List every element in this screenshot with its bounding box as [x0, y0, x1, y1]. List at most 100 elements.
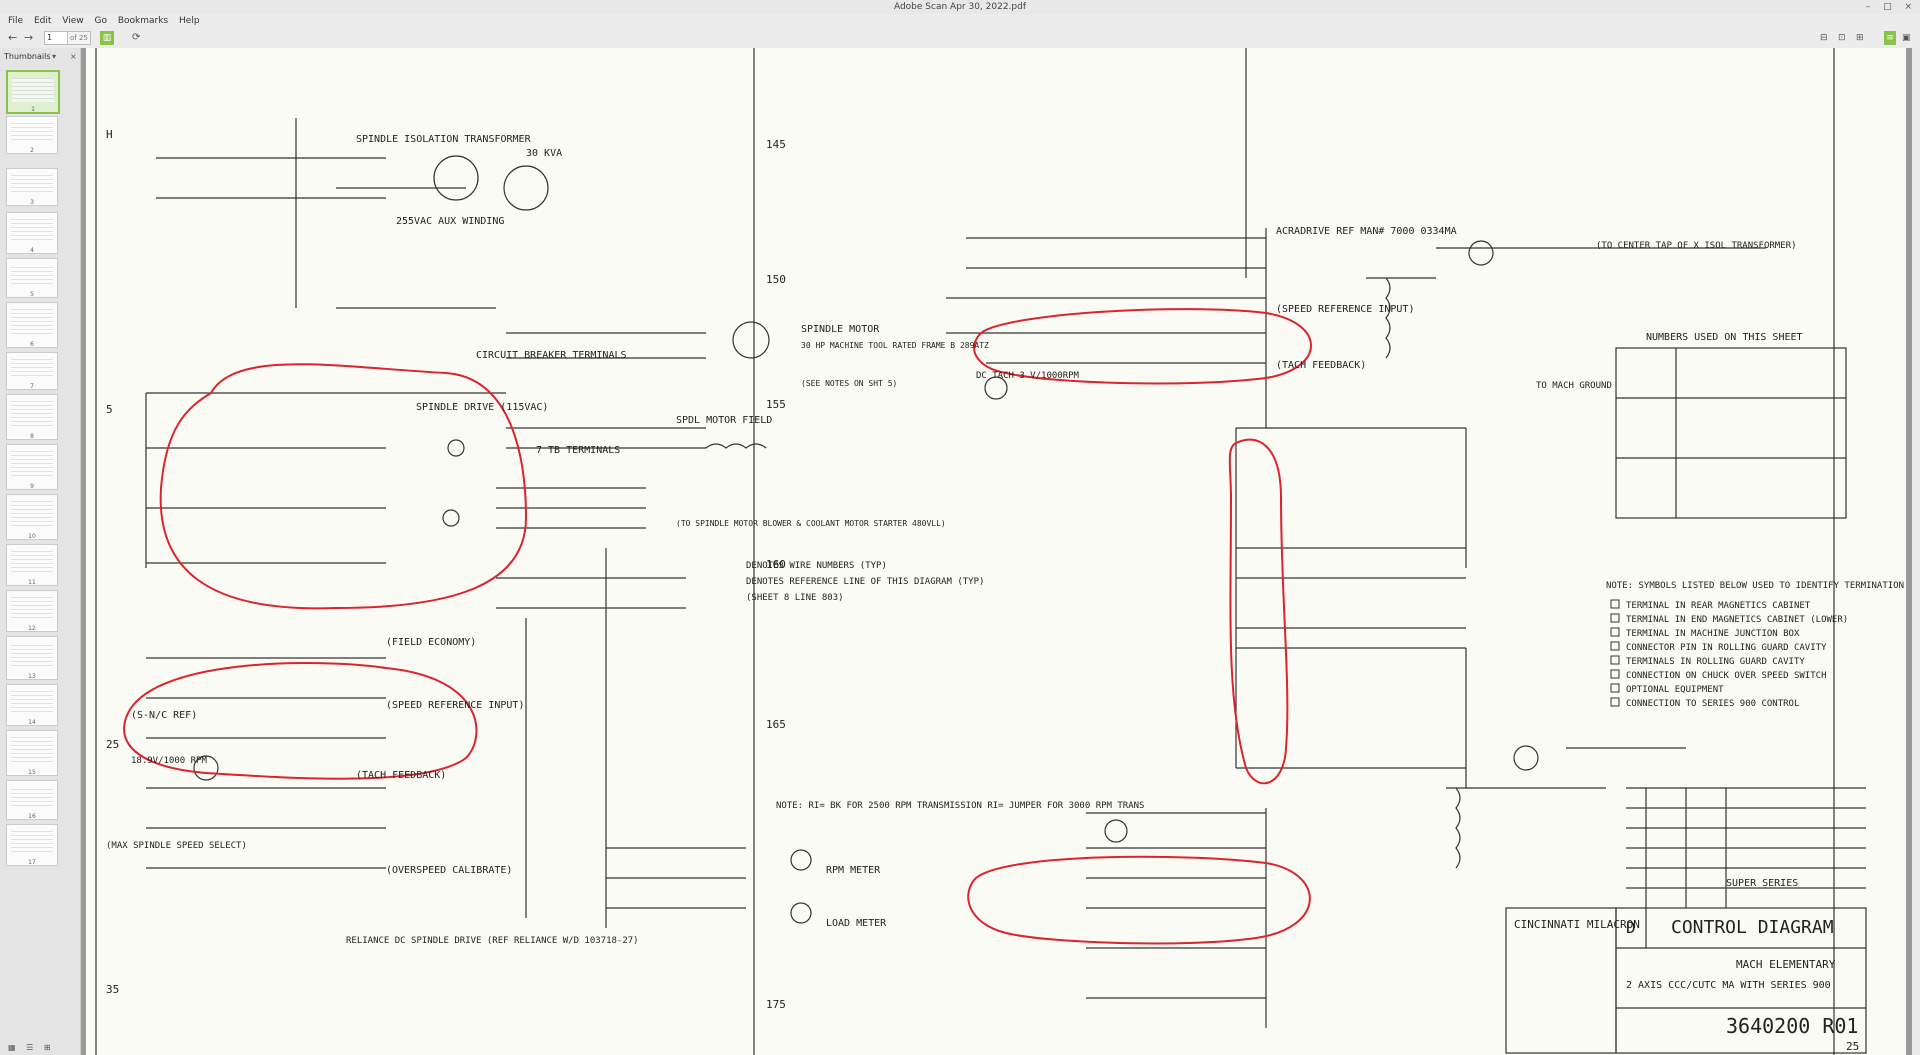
menu-view[interactable]: View	[62, 16, 83, 26]
legend-item: TERMINAL IN END MAGNETICS CABINET (LOWER…	[1626, 615, 1848, 625]
thumbnail-preview	[11, 123, 53, 143]
legend-symbol-icon	[1610, 655, 1620, 665]
thumbnail-preview	[11, 309, 53, 337]
menu-icon[interactable]: ≡	[1884, 31, 1896, 45]
thumbnail-page-14[interactable]: 14	[6, 684, 58, 726]
thumbnail-page-7[interactable]: 7	[6, 352, 58, 390]
thumbnail-page-9[interactable]: 9	[6, 444, 58, 490]
control-diagram-schematic: H 5 25 35 145 150 155 160 165 175 SPINDL…	[95, 48, 1906, 1055]
diagram-motor2: 30 HP MACHINE TOOL RATED FRAME B 289ATZ	[801, 341, 989, 350]
diagram-kva: 30 KVA	[526, 148, 562, 159]
menu-help[interactable]: Help	[179, 16, 200, 26]
thumbnail-page-15[interactable]: 15	[6, 730, 58, 776]
thumbnail-number: 8	[30, 433, 34, 440]
diagram-speed-ref: (SPEED REFERENCE INPUT)	[386, 700, 524, 711]
thumbnail-page-3[interactable]: 3	[6, 168, 58, 206]
title-block-series: SUPER SERIES	[1726, 878, 1798, 889]
bookmark-view-icon[interactable]: ⊞	[44, 1043, 51, 1052]
thumbnail-preview	[12, 78, 54, 102]
diagram-acradrive: ACRADRIVE REF MAN# 7000 0334MA	[1276, 226, 1457, 237]
thumbnail-page-10[interactable]: 10	[6, 494, 58, 540]
sidebar-close-icon[interactable]: ×	[70, 50, 77, 64]
legend-item: TERMINAL IN MACHINE JUNCTION BOX	[1626, 629, 1800, 639]
title-block-company: CINCINNATI MILACRON	[1514, 918, 1640, 931]
menu-go[interactable]: Go	[94, 16, 106, 26]
thumbnail-number: 2	[30, 147, 34, 154]
legend-symbol-icon	[1610, 683, 1620, 693]
sidebar-mode-dropdown-icon[interactable]: ▾	[52, 50, 56, 64]
legend-item: OPTIONAL EQUIPMENT	[1626, 685, 1724, 695]
diagram-blower: (TO SPINDLE MOTOR BLOWER & COOLANT MOTOR…	[676, 519, 946, 528]
thumbnail-page-1[interactable]: 1	[6, 70, 60, 114]
document-view[interactable]: H 5 25 35 145 150 155 160 165 175 SPINDL…	[81, 48, 1920, 1055]
toolbar: ← → 1 of 25 ▥ ⟳ ⊟ ⊡ ⊞ ≡ ▣	[0, 28, 1920, 49]
zoom-out-icon[interactable]: ⊟	[1820, 31, 1828, 45]
thumbnail-preview	[11, 597, 53, 621]
thumbnail-page-5[interactable]: 5	[6, 258, 58, 298]
svg-text:175: 175	[766, 998, 786, 1011]
close-button[interactable]: ×	[1904, 2, 1912, 12]
legend-symbol-icon	[1610, 599, 1620, 609]
thumbnail-view-icon[interactable]: ▦	[8, 1043, 16, 1052]
diagram-cb: CIRCUIT BREAKER TERMINALS	[476, 350, 627, 361]
thumbnail-preview	[11, 219, 53, 243]
forward-icon[interactable]: →	[24, 31, 33, 45]
back-icon[interactable]: ←	[8, 31, 17, 45]
svg-text:5: 5	[106, 403, 113, 416]
diagram-denotes1: DENOTES WIRE NUMBERS (TYP)	[746, 561, 887, 571]
thumbnail-sidebar: Thumbnails ▾ × 1 2 3 4 5 6 7 8 9 10 11 12 13 14 15 16 17…	[0, 48, 81, 1055]
diagram-denotes2: DENOTES REFERENCE LINE OF THIS DIAGRAM (…	[746, 577, 984, 587]
legend-symbol-icon	[1610, 641, 1620, 651]
symbol-legend: TERMINAL IN REAR MAGNETICS CABINET TERMIN…	[1610, 599, 1848, 709]
pdf-page: H 5 25 35 145 150 155 160 165 175 SPINDL…	[86, 48, 1906, 1055]
legend-item: TERMINALS IN ROLLING GUARD CAVITY	[1626, 657, 1805, 667]
sidebar-header: Thumbnails ▾ ×	[0, 50, 80, 64]
menu-bookmarks[interactable]: Bookmarks	[118, 16, 168, 26]
thumbnail-page-11[interactable]: 11	[6, 544, 58, 586]
thumbnail-preview	[11, 501, 53, 529]
diagram-denotes3: (SHEET 8 LINE 803)	[746, 593, 844, 603]
diagram-reliance: RELIANCE DC SPINDLE DRIVE (REF RELIANCE …	[346, 936, 639, 946]
thumbnail-page-16[interactable]: 16	[6, 780, 58, 820]
thumbnail-list: 1 2 3 4 5 6 7 8 9 10 11 12 13 14 15 16 17	[0, 70, 80, 1030]
diagram-to-mach: TO MACH GROUND	[1536, 381, 1612, 391]
menu-edit[interactable]: Edit	[34, 16, 51, 26]
diagram-overspeed: (OVERSPEED CALIBRATE)	[386, 865, 512, 876]
diagram-tach-fb-r: (TACH FEEDBACK)	[1276, 360, 1366, 371]
thumbnail-page-4[interactable]: 4	[6, 212, 58, 254]
svg-text:H: H	[106, 128, 113, 141]
vertical-scrollbar[interactable]	[1912, 48, 1920, 1055]
menubar: File Edit View Go Bookmarks Help	[0, 14, 1920, 28]
diagram-load-meter: LOAD METER	[826, 918, 887, 929]
zoom-in-icon[interactable]: ⊞	[1856, 31, 1864, 45]
thumbnail-page-2[interactable]: 2	[6, 116, 58, 154]
rotate-icon[interactable]: ⟳	[132, 31, 140, 45]
diagram-max-spindle: (MAX SPINDLE SPEED SELECT)	[106, 841, 247, 851]
thumbnail-page-8[interactable]: 8	[6, 394, 58, 440]
thumbnail-number: 12	[28, 625, 36, 632]
menu-file[interactable]: File	[8, 16, 23, 26]
fit-page-icon[interactable]: ⊡	[1838, 31, 1846, 45]
outline-view-icon[interactable]: ☰	[26, 1043, 33, 1052]
thumbnail-page-12[interactable]: 12	[6, 590, 58, 632]
minimize-button[interactable]: –	[1866, 2, 1871, 12]
diagram-spindle-drive: SPINDLE DRIVE (115VAC)	[416, 402, 548, 413]
window-titlebar: Adobe Scan Apr 30, 2022.pdf – □ ×	[0, 0, 1920, 14]
thumbnail-number: 16	[28, 813, 36, 820]
page-number-input[interactable]: 1	[44, 31, 68, 45]
title-block-title: CONTROL DIAGRAM	[1671, 917, 1834, 938]
thumbnail-number: 15	[28, 769, 36, 776]
diagram-rpm-label: 18.9V/1000 RPM	[131, 756, 207, 766]
thumbnail-page-17[interactable]: 17	[6, 824, 58, 866]
legend-symbol-icon	[1610, 613, 1620, 623]
svg-text:150: 150	[766, 273, 786, 286]
thumbnail-page-13[interactable]: 13	[6, 636, 58, 680]
thumbnail-page-6[interactable]: 6	[6, 302, 58, 348]
maximize-button[interactable]: □	[1883, 2, 1892, 12]
legend-symbol-icon	[1610, 697, 1620, 707]
thumbnail-number: 5	[30, 291, 34, 298]
fullscreen-icon[interactable]: ▣	[1902, 31, 1911, 45]
sidebar-toggle-icon[interactable]: ▥	[100, 31, 114, 45]
title-block-dwg: 3640200 R01	[1726, 1014, 1858, 1038]
thumbnail-preview	[11, 265, 53, 287]
